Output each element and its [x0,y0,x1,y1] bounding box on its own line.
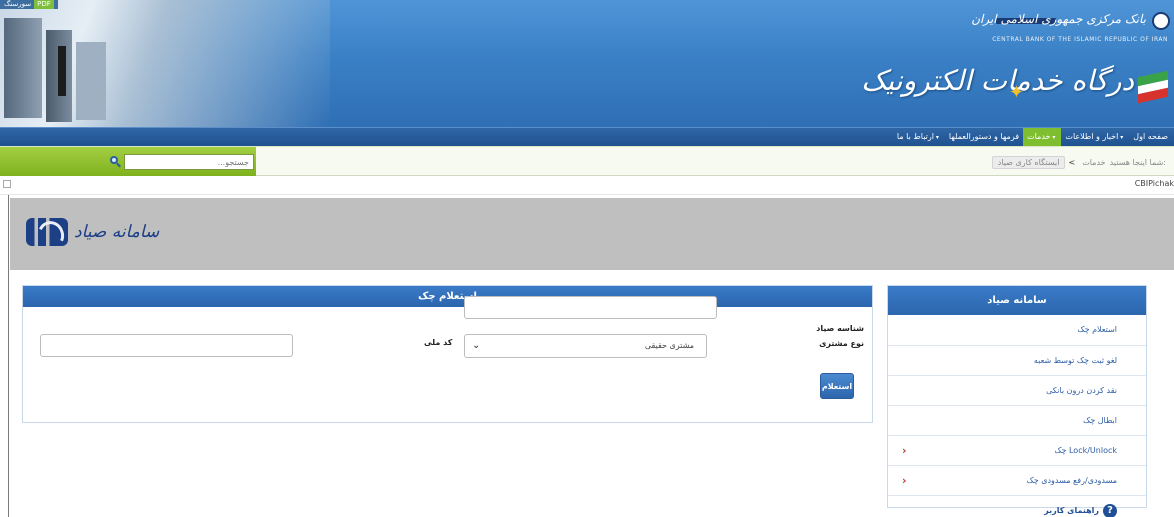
check-inquiry-title: استعلام چک [23,286,872,307]
sidebar-item-5[interactable]: مسدودی/رفع مسدودی چک ‹ [888,465,1146,495]
subheader-bar: شما اینجا هستید: خدمات < ایستگاه کاری صی… [0,146,1174,176]
search-button[interactable] [108,155,122,169]
breadcrumb-item-current[interactable]: ایستگاه کاری صیاد [991,155,1066,169]
sayad-logo: سامانه صیاد [26,210,160,258]
sidebar-item-2[interactable]: نقد کردن درون بانکی [888,375,1146,405]
collapse-toggle-icon[interactable] [3,180,11,188]
sidebar-title: سامانه صیاد [888,286,1146,315]
national-code-input[interactable] [40,334,293,357]
header-banner: سورسنگ PDF بانک مرکزی جمهوری اسلامی ایران… [0,0,1174,127]
nav-item-4[interactable]: ارتباط با ما ▾ [893,128,945,147]
portlet-title-row: CBIPichak [0,177,1174,195]
top-corner-tag-badge: PDF [34,0,54,9]
sayad-banner: سامانه صیاد [10,198,1174,270]
caret-down-icon: ▾ [1118,134,1124,141]
sayad-sidebar: سامانه صیاد استعلام چک لغو ثبت چک توسط شع… [887,285,1147,517]
sayad-logo-text: سامانه صیاد [74,222,160,242]
bank-name-en: CENTRAL BANK OF THE ISLAMIC REPUBLIC OF … [992,36,1168,43]
nav-item-label: فرمها و دستورالعملها [948,132,1020,141]
sidebar-item-label: نقد کردن درون بانکی [1046,386,1117,395]
nav-item-label: خدمات [1027,132,1051,141]
sidebar-item-1[interactable]: لغو ثبت چک توسط شعبه [888,345,1146,375]
search-box [108,154,256,170]
breadcrumb-separator: < [1068,157,1076,167]
bank-name-fa: بانک مرکزی جمهوری اسلامی ایران [971,12,1146,26]
portal-title: درگاه خدمات الکترونیک [861,64,1134,97]
sidebar-item-4[interactable]: Lock/Unlock چک ‹ [888,435,1146,465]
sayad-id-input[interactable] [464,296,717,319]
customer-type-select[interactable]: مشتری حقیقی ⌄ [464,334,707,358]
nav-item-1[interactable]: اخبار و اطلاعات ▾ [1061,128,1129,147]
sidebar-item-label: لغو ثبت چک توسط شعبه [1033,356,1117,365]
question-circle-icon: ? [1103,503,1117,517]
sidebar-item-label: مسدودی/رفع مسدودی چک [1026,476,1117,485]
chevron-left-icon: ‹ [902,444,907,457]
chevron-left-icon: ‹ [902,474,907,487]
top-corner-tag-text: سورسنگ [4,0,32,8]
breadcrumb-prefix: شما اینجا هستید: [1109,157,1166,167]
breadcrumb-item-services[interactable]: خدمات [1082,158,1105,167]
sidebar-item-label: ابطال چک [1083,416,1117,425]
nav-item-label: صفحه اول [1133,132,1168,141]
sayad-id-label: شناسه صیاد [816,324,864,333]
sidebar-item-label: استعلام چک [1077,325,1117,334]
nav-item-0[interactable]: صفحه اول [1129,128,1172,147]
nav-item-label: اخبار و اطلاعات [1065,132,1119,141]
top-corner-tag: سورسنگ PDF [0,0,58,9]
sidebar-item-label: Lock/Unlock چک [1054,446,1117,455]
nav-item-label: ارتباط با ما [896,132,934,141]
cbi-logo: بانک مرکزی جمهوری اسلامی ایران [971,12,1146,26]
caret-down-icon: ▾ [1050,134,1056,141]
inquiry-submit-button[interactable]: استعلام [820,373,854,399]
sidebar-item-0[interactable]: استعلام چک [888,315,1146,345]
header-building-photo [0,0,330,127]
content-left-border [8,195,9,517]
check-inquiry-panel: استعلام چک شناسه صیاد نوع مشتری مشتری حق… [22,285,873,423]
nav-item-3[interactable]: فرمها و دستورالعملها [945,128,1023,147]
sidebar-item-3[interactable]: ابطال چک [888,405,1146,435]
nav-item-2[interactable]: خدمات ▾ [1023,128,1062,147]
cbi-emblem-icon [1152,12,1170,30]
caret-down-icon: ▾ [933,134,939,141]
customer-type-label: نوع مشتری [819,339,864,348]
sayad-logo-icon [26,218,68,246]
national-code-label: کد ملی [424,338,453,347]
main-nav: صفحه اول اخبار و اطلاعات ▾ خدمات ▾ فرمها و … [0,127,1174,147]
chevron-down-icon: ⌄ [472,340,481,351]
iran-flag-icon [1138,70,1168,104]
breadcrumb: شما اینجا هستید: خدمات < ایستگاه کاری صی… [988,155,1166,169]
sidebar-item-user-guide[interactable]: ? راهنمای کاربر [888,495,1146,517]
sidebar-item-label: راهنمای کاربر [1044,506,1099,515]
portlet-name: CBIPichak [1134,179,1174,188]
gold-ornament-icon: ✦ [1008,82,1024,103]
customer-type-value: مشتری حقیقی [644,341,694,350]
search-input[interactable] [124,154,254,170]
